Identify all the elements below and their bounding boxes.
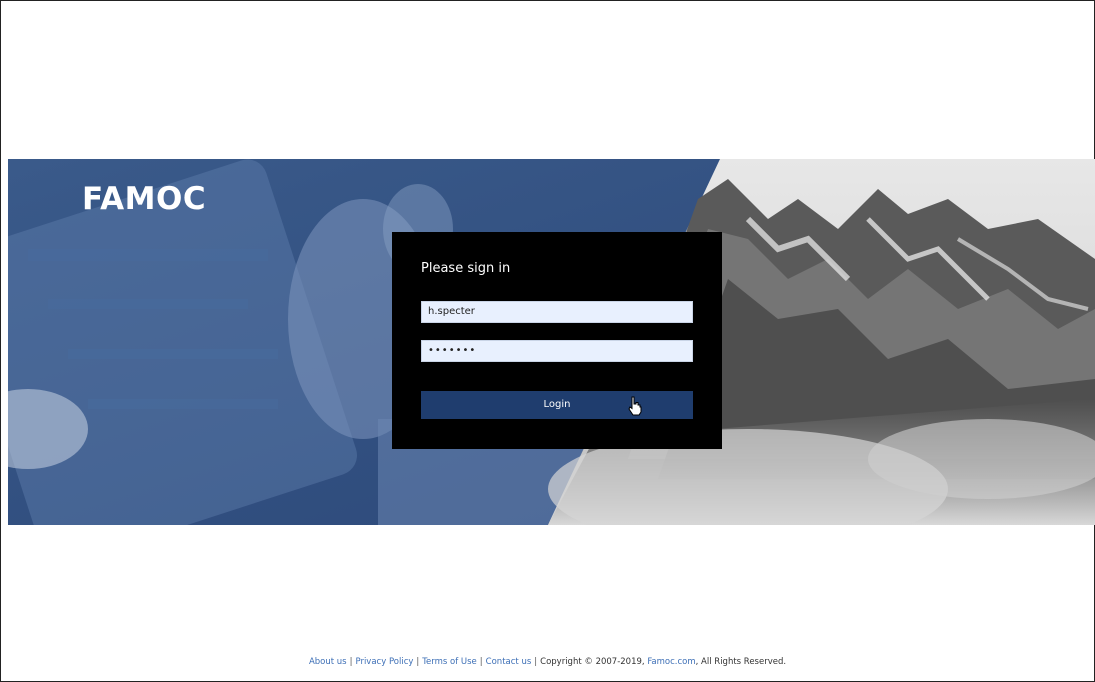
hand-pointer-cursor-icon xyxy=(627,396,643,420)
footer-link-about-us[interactable]: About us xyxy=(309,657,347,667)
footer-separator: | xyxy=(479,657,483,667)
footer-link-privacy-policy[interactable]: Privacy Policy xyxy=(355,657,413,667)
copyright-suffix: , All Rights Reserved. xyxy=(695,657,787,667)
footer-link-terms-of-use[interactable]: Terms of Use xyxy=(422,657,477,667)
login-button[interactable]: Login xyxy=(421,391,693,419)
footer-link-contact-us[interactable]: Contact us xyxy=(486,657,532,667)
famoc-site-link[interactable]: Famoc.com xyxy=(647,657,695,667)
username-field[interactable]: h.specter xyxy=(421,301,693,323)
login-panel: Please sign in h.specter ••••••• Login xyxy=(392,232,722,449)
famoc-logo: FAMOC xyxy=(82,181,207,217)
footer-separator: | xyxy=(534,657,538,667)
footer-separator: | xyxy=(416,657,420,667)
password-field[interactable]: ••••••• xyxy=(421,340,693,362)
copyright-prefix: Copyright © 2007-2019, xyxy=(540,657,648,667)
footer: About us | Privacy Policy | Terms of Use | Con… xyxy=(0,657,1095,667)
login-title: Please sign in xyxy=(421,261,511,276)
